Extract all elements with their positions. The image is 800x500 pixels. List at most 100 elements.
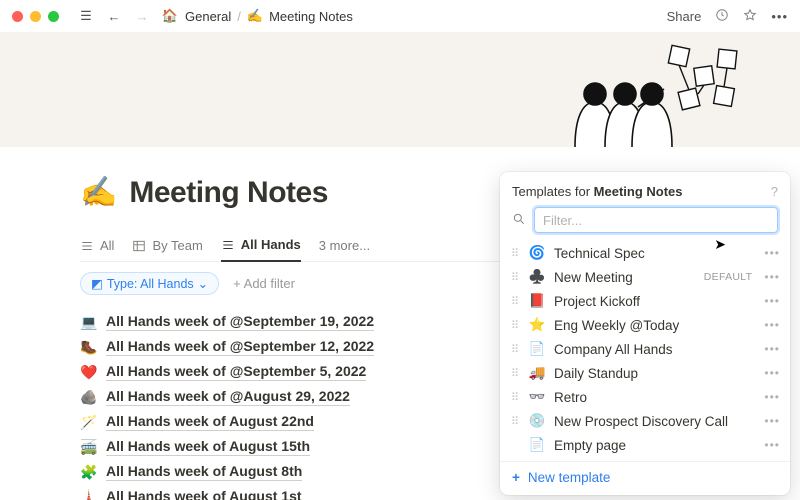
drag-handle-icon[interactable]: ⠿ <box>510 367 520 380</box>
entry-title: All Hands week of August 15th <box>106 438 310 456</box>
add-filter-button[interactable]: + Add filter <box>233 276 295 291</box>
template-name: Daily Standup <box>554 366 756 381</box>
entry-title: All Hands week of August 1st <box>106 488 302 500</box>
back-icon[interactable]: ← <box>105 9 123 24</box>
panel-heading: Templates for Meeting Notes <box>512 184 683 199</box>
maximize-window-icon[interactable] <box>48 11 59 22</box>
entry-icon: 💻 <box>80 314 98 331</box>
entry-title: All Hands week of @September 19, 2022 <box>106 313 374 331</box>
page-title-text[interactable]: Meeting Notes <box>129 176 328 210</box>
template-item[interactable]: ⠿📄Company All Hands••• <box>500 337 790 361</box>
template-item[interactable]: 📄 Empty page ••• <box>500 433 790 457</box>
tab-label: All Hands <box>241 237 301 252</box>
template-item[interactable]: ⠿ 📕 Project Kickoff ••• <box>500 289 790 313</box>
more-icon[interactable]: ••• <box>771 9 788 24</box>
new-template-label: New template <box>528 470 611 485</box>
breadcrumb-sep: / <box>237 9 241 24</box>
drag-handle-icon[interactable]: ⠿ <box>510 415 520 428</box>
cover-illustration <box>520 32 760 147</box>
entry-title: All Hands week of August 22nd <box>106 413 314 431</box>
template-icon: ♣️ <box>528 269 546 285</box>
search-icon <box>512 212 526 229</box>
minimize-window-icon[interactable] <box>30 11 41 22</box>
drag-handle-icon[interactable]: ⠿ <box>510 247 520 260</box>
page-icon[interactable]: ✍️ <box>80 175 117 210</box>
template-icon: 📕 <box>528 293 546 309</box>
template-icon: 🚚 <box>528 365 546 381</box>
template-icon: 📄 <box>528 437 546 453</box>
templates-list: ⠿🌀Technical Spec•••⠿♣️New MeetingDEFAULT… <box>500 241 790 457</box>
drag-handle-icon[interactable]: ⠿ <box>510 343 520 356</box>
entry-icon: 🪨 <box>80 389 98 406</box>
list-icon <box>80 239 94 253</box>
drag-handle-icon[interactable]: ⠿ <box>510 319 520 332</box>
more-icon[interactable]: ••• <box>764 342 780 356</box>
panel-heading-bold: Meeting Notes <box>594 184 683 199</box>
star-icon[interactable] <box>743 8 757 25</box>
template-name: Eng Weekly @Today <box>554 318 756 333</box>
new-template-button[interactable]: + New template <box>500 461 790 487</box>
entry-title: All Hands week of August 8th <box>106 463 302 481</box>
entry-icon: 🧩 <box>80 464 98 481</box>
drag-handle-icon[interactable]: ⠿ <box>510 391 520 404</box>
tabs-more[interactable]: 3 more... <box>319 230 370 262</box>
tab-all[interactable]: All <box>80 230 114 262</box>
entry-icon: ❤️ <box>80 364 98 381</box>
home-icon[interactable]: 🏠 <box>161 8 179 24</box>
more-icon[interactable]: ••• <box>764 246 780 260</box>
more-icon[interactable]: ••• <box>764 390 780 404</box>
close-window-icon[interactable] <box>12 11 23 22</box>
drag-handle-icon[interactable]: ⠿ <box>510 271 520 284</box>
share-button[interactable]: Share <box>667 9 702 24</box>
template-name: Retro <box>554 390 756 405</box>
template-name: Company All Hands <box>554 342 756 357</box>
template-item[interactable]: ⠿ 🚚 Daily Standup ••• <box>500 361 790 385</box>
template-item[interactable]: ⠿ 👓 Retro ••• <box>500 385 790 409</box>
templates-panel: Templates for Meeting Notes ? ⠿ 🌀 Technica… <box>500 172 790 495</box>
template-name: Empty page <box>554 438 756 453</box>
more-icon[interactable]: ••• <box>764 414 780 428</box>
template-filter-input[interactable] <box>534 207 778 233</box>
panel-heading-prefix: Templates for <box>512 184 594 199</box>
entry-title: All Hands week of @September 5, 2022 <box>106 363 366 381</box>
template-icon: 🌀 <box>528 245 546 261</box>
tab-all-hands[interactable]: All Hands <box>221 230 301 262</box>
filter-pill-type[interactable]: ◩ Type: All Hands ⌄ <box>80 272 219 295</box>
template-name: New Meeting <box>554 270 696 285</box>
table-icon <box>132 239 146 253</box>
more-icon[interactable]: ••• <box>764 270 780 284</box>
entry-title: All Hands week of @August 29, 2022 <box>106 388 350 406</box>
help-icon[interactable]: ? <box>771 184 778 199</box>
template-name: Technical Spec <box>554 246 756 261</box>
funnel-icon: ◩ <box>91 276 103 291</box>
entry-icon: 🗼 <box>80 489 98 500</box>
menu-icon[interactable]: ☰ <box>77 8 95 24</box>
template-icon: 💿 <box>528 413 546 429</box>
more-icon[interactable]: ••• <box>764 366 780 380</box>
entry-title: All Hands week of @September 12, 2022 <box>106 338 374 356</box>
cover-image <box>0 32 800 147</box>
breadcrumb-item[interactable]: Meeting Notes <box>269 9 353 24</box>
more-icon[interactable]: ••• <box>764 294 780 308</box>
more-icon[interactable]: ••• <box>764 318 780 332</box>
chevron-down-icon: ⌄ <box>198 276 208 291</box>
drag-handle-icon[interactable]: ⠿ <box>510 295 520 308</box>
tab-label: 3 more... <box>319 238 370 253</box>
entry-icon: 🪄 <box>80 414 98 431</box>
template-item[interactable]: ⠿⭐Eng Weekly @Today••• <box>500 313 790 337</box>
template-item[interactable]: ⠿ 💿 New Prospect Discovery Call ••• <box>500 409 790 433</box>
breadcrumb-item[interactable]: General <box>185 9 231 24</box>
history-icon[interactable] <box>715 8 729 25</box>
more-icon[interactable]: ••• <box>764 438 780 452</box>
window-controls <box>12 11 59 22</box>
forward-icon[interactable]: → <box>133 9 151 24</box>
plus-icon: + <box>512 470 520 485</box>
template-name: Project Kickoff <box>554 294 756 309</box>
entry-icon: 🥾 <box>80 339 98 356</box>
tab-by-team[interactable]: By Team <box>132 230 202 262</box>
template-name: New Prospect Discovery Call <box>554 414 756 429</box>
tab-label: All <box>100 238 114 253</box>
template-icon: 👓 <box>528 389 546 405</box>
template-item[interactable]: ⠿♣️New MeetingDEFAULT••• <box>500 265 790 289</box>
template-item[interactable]: ⠿ 🌀 Technical Spec ••• <box>500 241 790 265</box>
